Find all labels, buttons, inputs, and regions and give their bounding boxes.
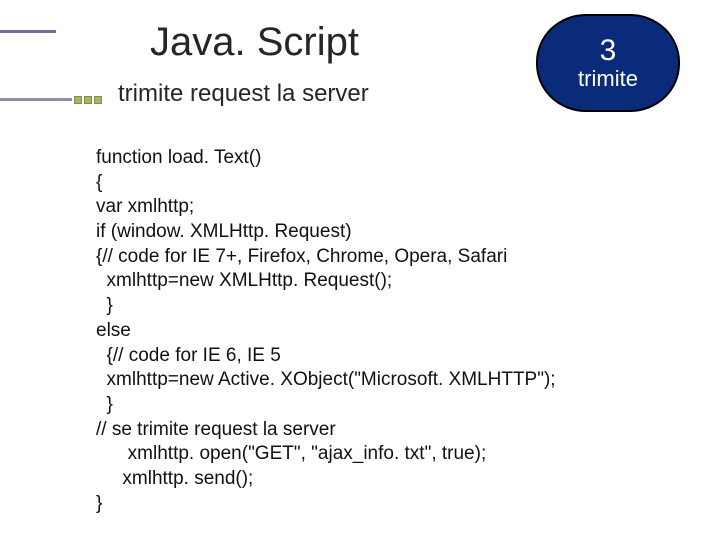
code-block: function load. Text() { var xmlhttp; if … xyxy=(96,146,656,516)
page-title: Java. Script xyxy=(150,20,359,65)
decoration-line-top xyxy=(0,30,56,33)
decoration-square-icon xyxy=(84,96,92,104)
step-callout: 3 trimite xyxy=(536,14,680,112)
decoration-square-icon xyxy=(74,96,82,104)
step-label: trimite xyxy=(578,67,638,91)
page-subtitle: trimite request la server xyxy=(118,80,369,108)
decoration-line-bottom xyxy=(0,98,72,101)
step-number: 3 xyxy=(600,34,617,67)
decoration-square-icon xyxy=(94,96,102,104)
